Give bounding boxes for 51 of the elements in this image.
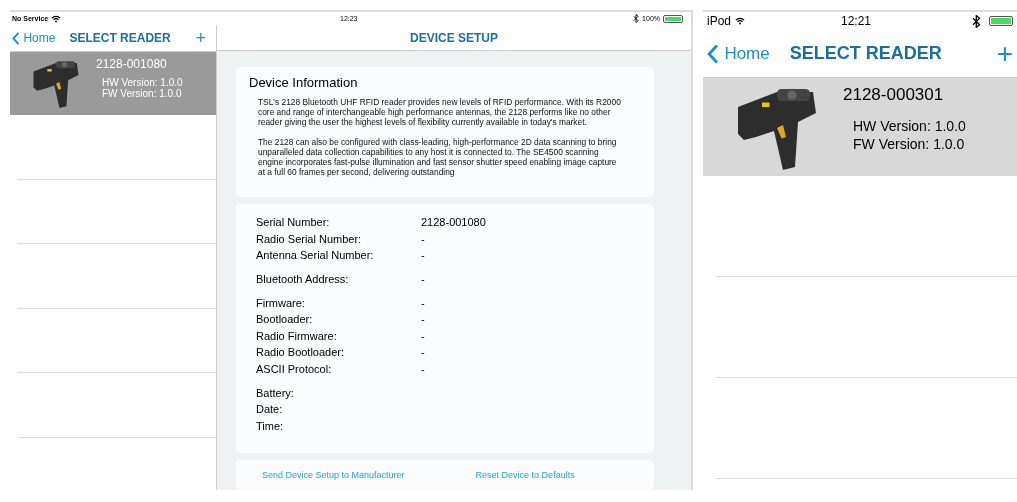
field-label: Battery: <box>256 386 295 399</box>
field-label: Radio Bootloader: <box>256 346 346 359</box>
hw-version: HW Version: 1.0.0 <box>101 76 183 88</box>
chevron-left-icon <box>707 43 719 64</box>
wifi-icon <box>51 14 62 23</box>
add-button[interactable]: + <box>996 39 1013 68</box>
field-value: - <box>421 273 425 286</box>
field-label: Antenna Serial Number: <box>256 249 375 262</box>
section-heading: Device Information <box>249 75 359 90</box>
back-button[interactable]: Home <box>707 43 770 64</box>
field-label: Firmware: <box>256 296 306 309</box>
field-label: Bluetooth Address: <box>256 273 350 286</box>
chevron-left-icon <box>12 31 20 45</box>
wifi-icon <box>735 17 746 25</box>
reader-name: 2128-000301 <box>843 85 945 105</box>
bluetooth-icon <box>633 14 640 23</box>
fw-version: FW Version: 1.0.0 <box>101 87 183 99</box>
reader-list-item[interactable]: 2128-000301 HW Version: 1.0.0 FW Version: 1.0.0 <box>703 78 1017 176</box>
carrier-text: iPod <box>707 14 732 28</box>
hw-version: HW Version: 1.0.0 <box>852 117 966 135</box>
bluetooth-icon <box>972 14 981 28</box>
action-link[interactable]: Send Device Setup to Manufacturer <box>262 470 405 480</box>
field-value: - <box>421 313 425 326</box>
field-label: Bootloader: <box>256 313 314 326</box>
field-label: ASCII Protocol: <box>256 363 333 376</box>
reader-list-item[interactable]: 2128-001080 HW Version: 1.0.0 FW Version: 1.0.0 <box>10 52 216 115</box>
action-link[interactable]: Reset Device to Defaults <box>475 470 575 480</box>
add-button[interactable]: + <box>195 29 206 47</box>
field-value: 2128-001080 <box>421 216 486 229</box>
fw-version: FW Version: 1.0.0 <box>852 135 966 153</box>
field-label: Time: <box>256 419 285 432</box>
description-paragraph: The 2128 can also be configured with class-leading, high-performance 2D data scanning to bring unparalleled data collection capabilities to any host it is connected to. The SE4500 scanning engine incorporates fast-pulse illumination and fast sensor shutter speed enabling image capture at a full 60 frames per second, delivering outstanding <box>258 137 618 177</box>
field-label: Date: <box>256 403 284 416</box>
battery-icon <box>663 14 683 23</box>
description-paragraph: TSL's 2128 Bluetooth UHF RFID reader provides new levels of RFID performance. With its R2000 core and range of interchangeable high performance antennas, the 2128 performs like no other reader giving the user the highest levels of flexibility currently available in today's market. <box>258 97 622 127</box>
field-value: - <box>421 346 425 359</box>
status-time: 12:21 <box>841 14 872 28</box>
field-label: Serial Number: <box>256 216 331 229</box>
field-value: - <box>421 329 425 342</box>
field-label: Radio Serial Number: <box>256 232 363 245</box>
reader-name: 2128-001080 <box>96 56 168 71</box>
field-value: - <box>421 363 425 376</box>
nav-title: SELECT READER <box>789 43 942 64</box>
field-value: - <box>421 296 425 309</box>
nav-title: SELECT READER <box>69 31 171 45</box>
battery-icon <box>989 16 1013 26</box>
field-value: - <box>421 249 425 262</box>
nav-title: DEVICE SETUP <box>410 30 498 45</box>
field-value: - <box>421 232 425 245</box>
field-label: Radio Firmware: <box>256 329 338 342</box>
back-button[interactable]: Home <box>12 31 56 45</box>
